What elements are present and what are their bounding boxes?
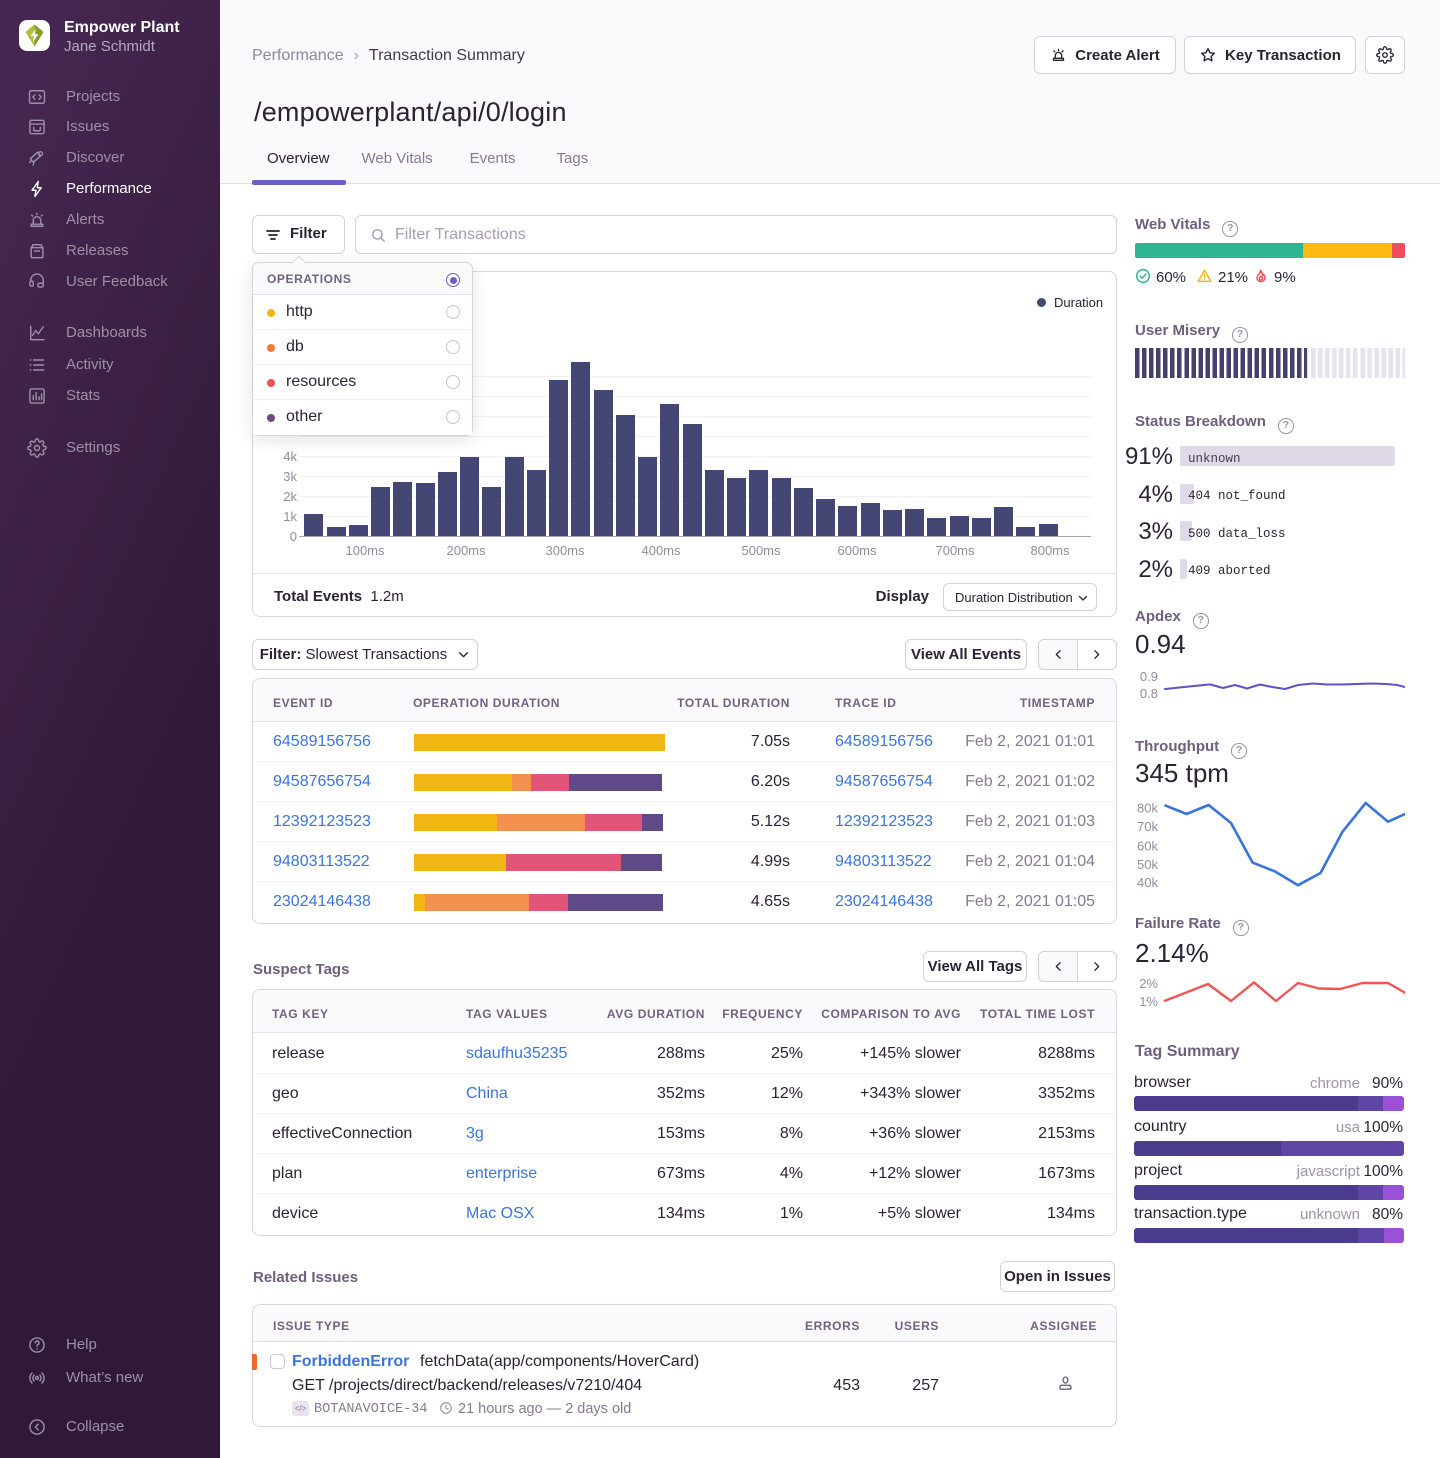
svg-text:80k: 80k [1137,801,1158,816]
svg-text:70k: 70k [1137,819,1158,834]
svg-text:2%: 2% [1139,976,1158,991]
svg-text:50k: 50k [1137,857,1158,872]
svg-text:1%: 1% [1139,994,1158,1009]
svg-text:0.9: 0.9 [1140,669,1158,684]
svg-text:40k: 40k [1137,875,1158,890]
svg-text:60k: 60k [1137,839,1158,854]
svg-text:0.8: 0.8 [1140,686,1158,701]
